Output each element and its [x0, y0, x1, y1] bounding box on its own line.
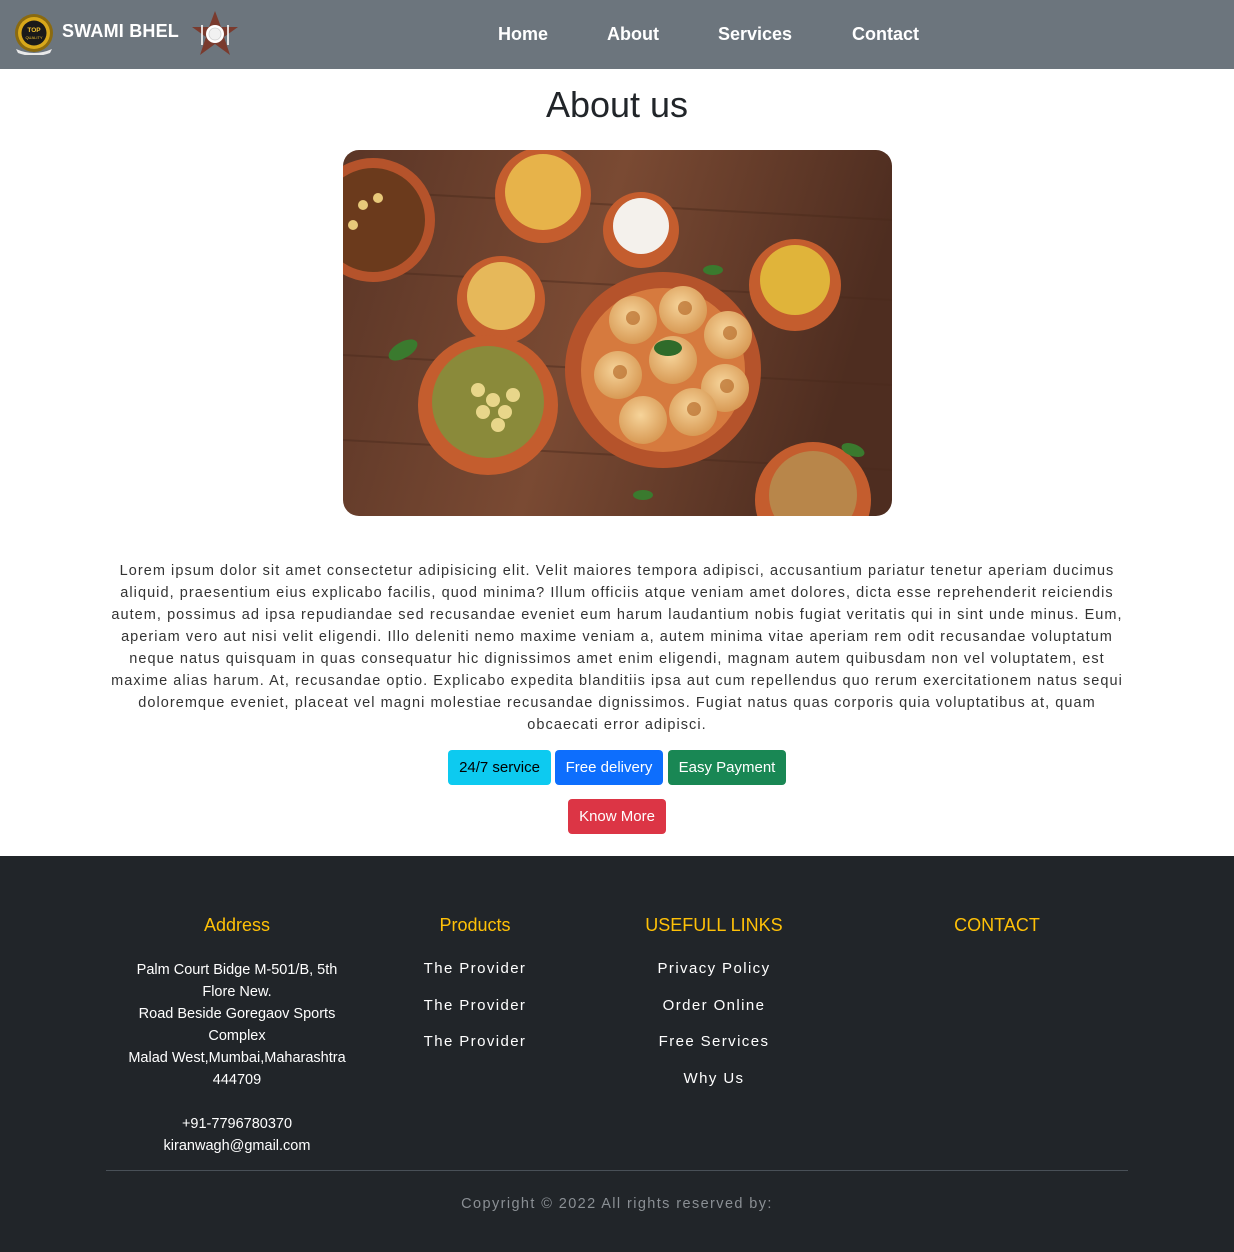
easy-payment-badge[interactable]: Easy Payment	[668, 750, 786, 785]
about-paragraph: Lorem ipsum dolor sit amet consectetur a…	[111, 563, 1123, 733]
product-link[interactable]: The Provider	[375, 997, 575, 1014]
nav-about[interactable]: About	[607, 24, 659, 45]
service-badge[interactable]: 24/7 service	[448, 750, 551, 785]
badge-quality-text: QUALITY	[25, 35, 42, 40]
address-line: 444709	[212, 1072, 262, 1088]
food-image	[343, 150, 892, 516]
order-online-link[interactable]: Order Online	[604, 997, 824, 1014]
contact-heading: CONTACT	[954, 915, 1040, 935]
nav-contact[interactable]: Contact	[852, 24, 919, 45]
useful-links-heading: USEFULL LINKS	[645, 915, 783, 935]
email-address[interactable]: kiranwagh@gmail.com	[117, 1135, 357, 1157]
nav-services[interactable]: Services	[718, 24, 792, 45]
navbar: TOP QUALITY SWAMI BHEL Home About Servic…	[0, 0, 1234, 69]
footer: Address Palm Court Bidge M-501/B, 5th Fl…	[0, 856, 1234, 1252]
products-heading: Products	[439, 915, 511, 935]
address-line: Malad West,Mumbai,Maharashtra	[128, 1050, 346, 1066]
badge-top-text: TOP	[27, 27, 41, 34]
product-link[interactable]: The Provider	[375, 960, 575, 977]
top-quality-badge-icon: TOP QUALITY	[12, 11, 56, 56]
know-more-button[interactable]: Know More	[568, 799, 666, 834]
nav-home[interactable]: Home	[498, 24, 548, 45]
address-block: Palm Court Bidge M-501/B, 5th Flore New.…	[117, 959, 357, 1157]
address-line: Road Beside Goregaov Sports	[138, 1006, 336, 1022]
address-line: Flore New.	[202, 984, 272, 1000]
address-spacer	[117, 1091, 357, 1113]
copyright-text: Copyright © 2022 All rights reserved by:	[461, 1196, 773, 1212]
brand[interactable]: TOP QUALITY SWAMI BHEL	[12, 11, 238, 56]
star-plate-logo-icon	[190, 9, 240, 59]
phone-number[interactable]: +91-7796780370	[117, 1113, 357, 1135]
address-line: Complex	[208, 1028, 266, 1044]
address-heading: Address	[203, 915, 271, 935]
free-services-link[interactable]: Free Services	[604, 1033, 824, 1050]
why-us-link[interactable]: Why Us	[604, 1070, 824, 1087]
page-title: About us	[545, 84, 689, 125]
product-link[interactable]: The Provider	[375, 1033, 575, 1050]
brand-name[interactable]: SWAMI BHEL	[62, 21, 179, 42]
privacy-policy-link[interactable]: Privacy Policy	[604, 960, 824, 977]
footer-divider	[106, 1170, 1128, 1171]
address-line: Palm Court Bidge M-501/B, 5th	[136, 962, 338, 978]
free-delivery-badge[interactable]: Free delivery	[555, 750, 663, 785]
